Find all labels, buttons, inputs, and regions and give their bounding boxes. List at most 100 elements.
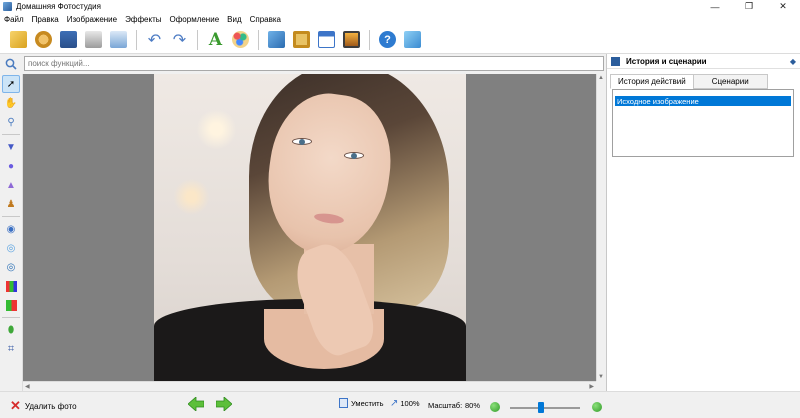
sharpen-tool[interactable]: ▲ (2, 176, 20, 194)
collage-button[interactable] (266, 29, 287, 50)
menu-image[interactable]: Изображение (63, 15, 121, 24)
eye-tool[interactable]: ◎ (2, 239, 20, 257)
scroll-up-icon[interactable]: ▲ (598, 75, 604, 81)
history-icon (611, 56, 620, 66)
frame-button[interactable] (291, 29, 312, 50)
zoom-icon: ⚲ (7, 116, 15, 128)
picture-icon (343, 31, 360, 48)
zoom-value: 80% (465, 401, 481, 410)
search-bar (0, 55, 604, 73)
red-eye-tool[interactable]: ◉ (2, 220, 20, 238)
help-button[interactable]: ? (377, 29, 398, 50)
menu-file[interactable]: Файл (0, 15, 28, 24)
eraser-tool[interactable]: ⬮ (2, 321, 20, 339)
photo-eye-right (344, 152, 364, 159)
postcard-button[interactable] (341, 29, 362, 50)
toolbar-separator (369, 29, 370, 50)
preview-button[interactable] (108, 29, 129, 50)
hand-tool[interactable]: ✋ (2, 94, 20, 112)
zoom-slider-thumb[interactable] (538, 402, 544, 413)
status-bar: ✕ Удалить фото Уместить ↗ 100% Масштаб: … (0, 391, 800, 418)
palette-button[interactable] (230, 29, 251, 50)
history-list: Исходное изображение (612, 89, 794, 157)
add-text-button[interactable]: A (205, 29, 226, 50)
crop-icon: ⌗ (7, 342, 15, 355)
menu-help[interactable]: Справка (246, 15, 285, 24)
catalog-button[interactable] (33, 29, 54, 50)
tools-separator (2, 216, 20, 217)
crop-tool[interactable]: ⌗ (2, 340, 20, 358)
squares-icon (5, 299, 17, 311)
menu-edit[interactable]: Правка (28, 15, 63, 24)
window-title: Домашняя Фотостудия (16, 2, 101, 11)
next-photo-button[interactable] (216, 397, 232, 411)
zoom-out-button[interactable] (490, 402, 500, 412)
history-item[interactable]: Исходное изображение (615, 96, 791, 106)
fit-icon (339, 398, 348, 408)
floppy-disk-icon (60, 31, 77, 48)
redo-button[interactable]: ↷ (169, 29, 190, 50)
actual-size-label: 100% (400, 399, 420, 408)
actual-size-icon: ↗ (390, 398, 399, 409)
save-button[interactable] (58, 29, 79, 50)
triangle-icon: ▲ (6, 179, 16, 191)
stamp-tool[interactable]: ♟ (2, 195, 20, 213)
magnifier-page-icon (110, 31, 127, 48)
panel-tabs: История действий Сценарии (610, 74, 768, 89)
toolbar-separator (258, 29, 259, 50)
close-button[interactable]: ✕ (766, 0, 800, 13)
zoom-tool[interactable]: ⚲ (2, 113, 20, 131)
minimize-button[interactable]: — (698, 0, 732, 13)
about-button[interactable] (402, 29, 423, 50)
horizontal-scrollbar[interactable]: ◀ ▶ (23, 381, 596, 391)
scroll-right-icon[interactable]: ▶ (589, 383, 594, 390)
undo-button[interactable]: ↶ (144, 29, 165, 50)
tools-panel: ➚ ✋ ⚲ ▼ ● ▲ ♟ ◉ ◎ ◎ ⬮ ⌗ (0, 74, 23, 392)
previous-photo-button[interactable] (188, 397, 204, 411)
redo-icon: ↷ (172, 31, 187, 49)
brush-icon: ▼ (6, 141, 16, 153)
zoom-in-button[interactable] (592, 402, 602, 412)
title-bar: Домашняя Фотостудия — ❐ ✕ (0, 0, 800, 13)
drop-tool[interactable]: ● (2, 157, 20, 175)
calendar-button[interactable] (316, 29, 337, 50)
film-reel-icon (35, 31, 52, 48)
pin-icon[interactable]: ◆ (790, 57, 796, 66)
maximize-button[interactable]: ❐ (732, 0, 766, 13)
search-input[interactable] (24, 56, 604, 71)
fit-button[interactable]: Уместить (339, 398, 383, 408)
open-file-button[interactable] (8, 29, 29, 50)
frame-icon (293, 31, 310, 48)
cursor-icon: ➚ (6, 78, 16, 90)
zoom-slider[interactable] (510, 407, 580, 409)
eye-icon: ◉ (6, 223, 16, 235)
brush-tool[interactable]: ▼ (2, 138, 20, 156)
menu-effects[interactable]: Эффекты (121, 15, 165, 24)
select-tool[interactable]: ➚ (2, 75, 20, 93)
menu-design[interactable]: Оформление (165, 15, 223, 24)
delete-photo-button[interactable]: ✕ Удалить фото (10, 398, 77, 414)
help-icon: ? (379, 31, 396, 48)
search-icon (0, 55, 22, 73)
teeth-tool[interactable]: ◎ (2, 258, 20, 276)
tab-history[interactable]: История действий (610, 74, 694, 89)
scroll-down-icon[interactable]: ▼ (598, 374, 604, 380)
menu-view[interactable]: Вид (223, 15, 245, 24)
undo-icon: ↶ (147, 31, 162, 49)
color-tool[interactable] (2, 277, 20, 295)
actual-size-button[interactable]: ↗ 100% (390, 398, 420, 409)
stamp-icon: ♟ (6, 198, 16, 210)
scroll-left-icon[interactable]: ◀ (25, 383, 30, 390)
vertical-scrollbar[interactable]: ▲ ▼ (596, 74, 605, 381)
eye-outline-icon: ◎ (6, 242, 16, 254)
drop-icon: ● (7, 160, 15, 172)
toolbar-separator (197, 29, 198, 50)
print-button[interactable] (83, 29, 104, 50)
hand-icon: ✋ (4, 97, 18, 109)
history-panel: История и сценарии ◆ История действий Сц… (606, 54, 800, 391)
replace-color-tool[interactable] (2, 296, 20, 314)
panel-title: История и сценарии (626, 56, 707, 66)
image-canvas[interactable] (23, 74, 596, 381)
lens-icon: ◎ (6, 261, 16, 273)
tab-scenarios[interactable]: Сценарии (692, 74, 768, 89)
